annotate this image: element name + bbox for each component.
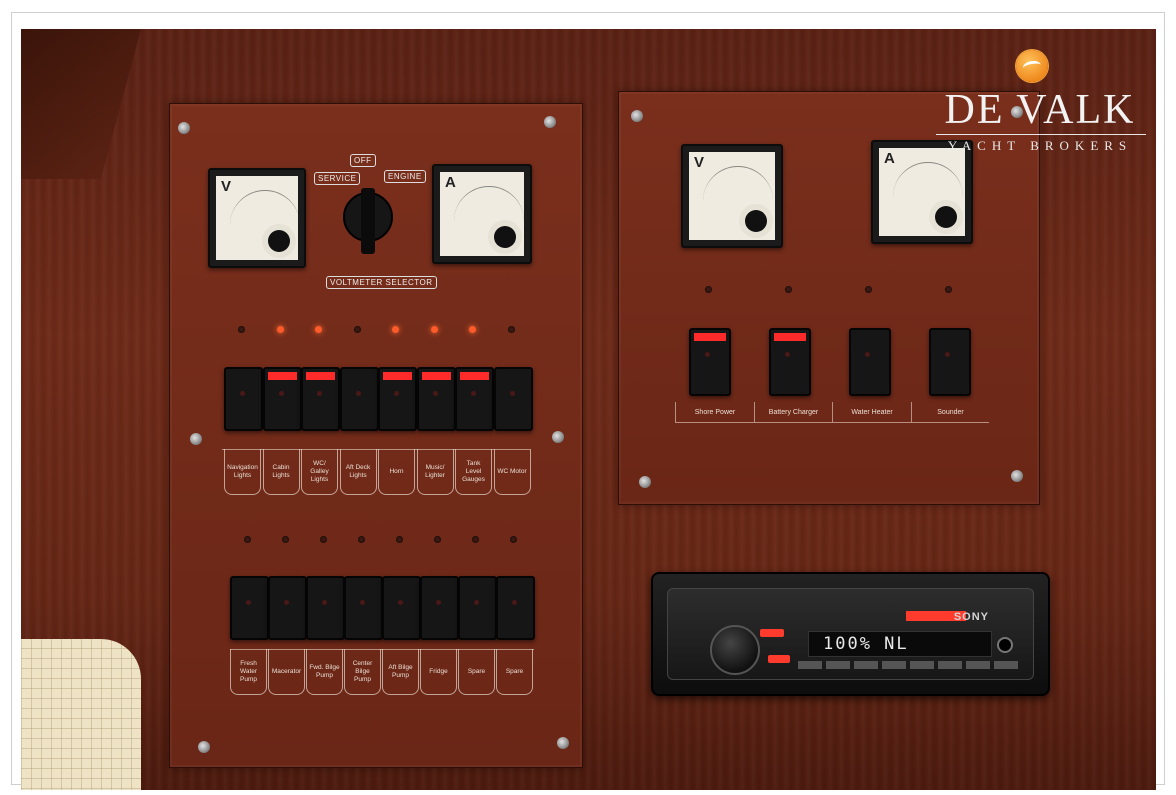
rocker-switch[interactable]	[344, 576, 383, 640]
indicator-led	[469, 326, 476, 333]
screw	[631, 110, 643, 122]
rocker-switch[interactable]	[301, 367, 340, 431]
rocker-switch[interactable]	[420, 576, 459, 640]
selector-off-label: OFF	[350, 154, 376, 167]
rocker-switch[interactable]	[493, 367, 533, 431]
indicator-led	[945, 286, 952, 293]
de-valk-logo: DE VALK YACHT BROKERS	[930, 50, 1150, 160]
radio-brand: SONY	[953, 611, 989, 623]
switch-label: Aft Deck Lights	[339, 449, 377, 495]
indicator-led	[785, 286, 792, 293]
indicator-led	[238, 326, 245, 333]
switch-label: WC Motor	[493, 449, 531, 495]
switch-label: Fresh Water Pump	[230, 649, 267, 695]
screw	[557, 737, 569, 749]
aux-jack	[997, 637, 1013, 653]
logo-rule	[936, 134, 1146, 135]
rocker-switch[interactable]	[458, 576, 497, 640]
label-rule	[675, 422, 989, 423]
screw	[639, 476, 651, 488]
screw	[544, 116, 556, 128]
rocker-switch[interactable]	[378, 367, 417, 431]
switch-label: Spare	[496, 649, 533, 695]
switch-label: Fridge	[420, 649, 457, 695]
switch-label: Aft Bilge Pump	[382, 649, 419, 695]
logo-name: DE VALK	[944, 87, 1136, 133]
preset-buttons[interactable]	[798, 661, 1018, 669]
indicator-led	[392, 326, 399, 333]
indicator-led	[353, 326, 361, 333]
rocker-switch[interactable]	[455, 367, 494, 431]
indicator-led	[430, 326, 438, 333]
radio-red-button[interactable]	[760, 629, 784, 637]
switch-label: Music/ Lighter	[416, 449, 454, 495]
switch-label: Macerator	[268, 649, 305, 695]
rocker-switch[interactable]	[849, 328, 891, 396]
screw	[178, 122, 190, 134]
switch-label: Battery Charger	[753, 402, 833, 422]
wood-beam	[21, 29, 142, 179]
rocker-switch[interactable]	[382, 576, 421, 640]
rocker-switch[interactable]	[496, 576, 535, 640]
screw	[552, 431, 564, 443]
voltmeter-selector-label: VOLTMETER SELECTOR	[326, 276, 437, 289]
radio-red-button[interactable]	[768, 655, 790, 663]
logo-subtitle: YACHT BROKERS	[947, 138, 1133, 153]
rocker-switch[interactable]	[224, 367, 263, 431]
shore-voltmeter: V	[681, 144, 783, 248]
indicator-led	[705, 286, 712, 293]
left-switch-panel: V A OFF SERVICE ENGINE VOLTMETER SELECTO…	[169, 103, 583, 768]
switch-label: Shore Power	[675, 402, 754, 422]
indicator-led	[320, 536, 327, 543]
screw	[1011, 470, 1023, 482]
screw	[198, 741, 210, 753]
indicator-led	[507, 326, 515, 333]
selector-engine-label: ENGINE	[384, 170, 426, 183]
indicator-led	[510, 536, 517, 543]
switch-label: Navigation Lights	[224, 449, 261, 495]
rocker-switch[interactable]	[268, 576, 307, 640]
radio-display: 100% NL	[808, 631, 992, 657]
car-radio: SONY 100% NL	[651, 572, 1050, 696]
ammeter: A	[432, 164, 532, 264]
rocker-switch[interactable]	[230, 576, 269, 640]
voltmeter-selector-knob[interactable]	[343, 188, 393, 254]
rocker-switch[interactable]	[689, 328, 731, 396]
switch-label: Cabin Lights	[262, 449, 300, 495]
rocker-switch[interactable]	[306, 576, 345, 640]
switch-label: Spare	[458, 649, 495, 695]
meter-unit: A	[884, 150, 895, 167]
switch-label: Tank Level Gauges	[455, 449, 492, 495]
indicator-led	[282, 536, 289, 543]
indicator-led	[396, 536, 403, 543]
switch-label: Horn	[378, 449, 415, 495]
selector-service-label: SERVICE	[314, 172, 361, 185]
indicator-led	[434, 536, 441, 543]
indicator-led	[315, 326, 322, 333]
rocker-switch[interactable]	[339, 367, 379, 431]
switch-label: WC/ Galley Lights	[301, 449, 338, 495]
rocker-switch[interactable]	[769, 328, 811, 396]
indicator-led	[472, 536, 479, 543]
switch-label: Center Bilge Pump	[344, 649, 381, 695]
meter-unit: V	[221, 178, 232, 195]
meter-unit: A	[445, 174, 456, 191]
indicator-led	[244, 536, 251, 543]
rocker-switch[interactable]	[929, 328, 971, 396]
switch-label: Fwd. Bilge Pump	[306, 649, 343, 695]
rocker-switch[interactable]	[416, 367, 456, 431]
indicator-led	[276, 326, 284, 333]
screw	[190, 433, 202, 445]
indicator-led	[865, 286, 872, 293]
rocker-switch[interactable]	[262, 367, 302, 431]
logo-badge-icon	[1016, 50, 1048, 82]
seat-cushion	[21, 639, 141, 790]
meter-unit: V	[694, 154, 705, 171]
voltmeter: V	[208, 168, 306, 268]
volume-knob[interactable]	[710, 625, 760, 675]
indicator-led	[358, 536, 365, 543]
switch-label: Sounder	[910, 402, 990, 422]
switch-label: Water Heater	[832, 402, 911, 422]
